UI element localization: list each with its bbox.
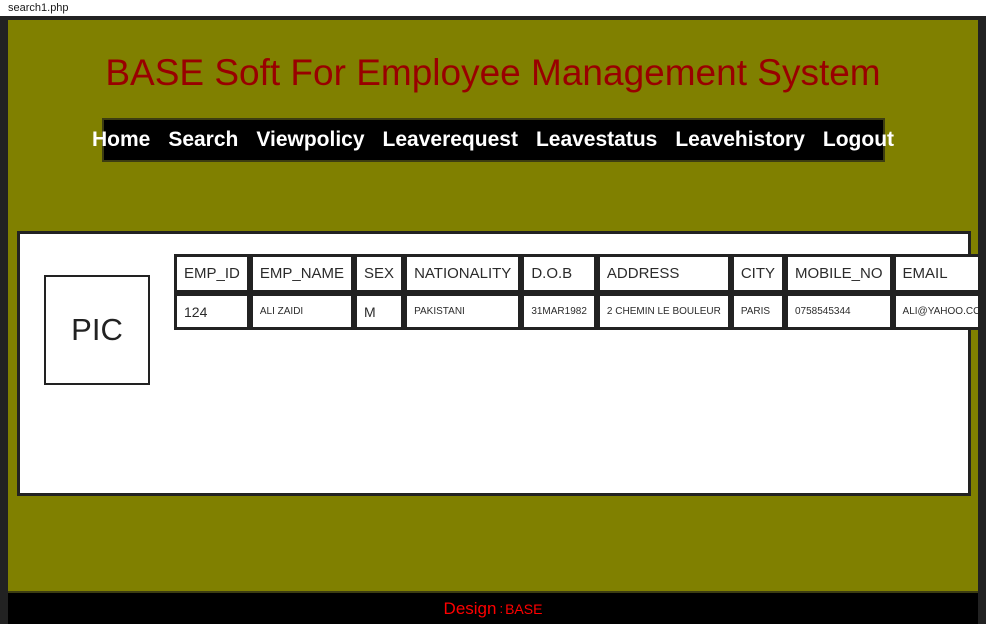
table-cell-emp-name: ALI ZAIDI: [249, 293, 355, 330]
employee-table: EMP_ID EMP_NAME SEX NATIONALITY D.O.B ADDRESS…: [174, 254, 978, 330]
employee-photo-placeholder: PIC: [44, 275, 150, 385]
footer-design-label: Design: [443, 598, 497, 618]
table-header-nationality: NATIONALITY: [404, 254, 522, 293]
site-footer: Design : BASE: [8, 591, 978, 624]
table-header-emp-id: EMP_ID: [174, 254, 250, 293]
browser-tab-title: search1.php: [8, 2, 69, 14]
main-navigation[interactable]: Home Search Viewpolicy Leaverequest Leavesta…: [92, 118, 894, 162]
nav-item-home[interactable]: Home: [83, 128, 159, 152]
nav-item-logout[interactable]: Logout: [814, 128, 903, 152]
table-header-sex: SEX: [354, 254, 405, 293]
employee-table-head: EMP_ID EMP_NAME SEX NATIONALITY D.O.B ADDRESS…: [174, 254, 978, 293]
table-cell-email: ALI@YAHOO.COM: [892, 293, 978, 330]
footer-separator: :: [499, 600, 504, 616]
page-shell: BASE Soft For Employee Management System…: [0, 16, 986, 624]
employee-photo-label: PIC: [71, 312, 123, 347]
table-header-row: EMP_ID EMP_NAME SEX NATIONALITY D.O.B ADDRESS…: [174, 254, 978, 293]
table-cell-nationality: PAKISTANI: [404, 293, 522, 330]
nav-item-search[interactable]: Search: [159, 128, 247, 152]
employee-table-body: 124 ALI ZAIDI M PAKISTANI 31MAR1982 2 CHEMIN …: [174, 293, 978, 330]
table-header-mobile-no: MOBILE_NO: [785, 254, 893, 293]
site-header: BASE Soft For Employee Management System: [8, 20, 978, 96]
table-header-dob: D.O.B: [521, 254, 597, 293]
table-cell-address: 2 CHEMIN LE BOULEUR: [596, 293, 731, 330]
table-header-emp-name: EMP_NAME: [249, 254, 355, 293]
content-panel: PIC EMP_ID EMP_NAME SEX NATIONALITY D.O.B ADD…: [17, 231, 978, 496]
table-cell-emp-id: 124: [174, 293, 250, 330]
page-title: BASE Soft For Employee Management System: [105, 52, 881, 93]
footer-brand-label: BASE: [505, 600, 543, 617]
table-row: 124 ALI ZAIDI M PAKISTANI 31MAR1982 2 CHEMIN …: [174, 293, 978, 330]
table-header-email: EMAIL: [892, 254, 978, 293]
table-cell-city: PARIS: [730, 293, 785, 330]
nav-item-leavehistory[interactable]: Leavehistory: [666, 128, 814, 152]
nav-item-viewpolicy[interactable]: Viewpolicy: [247, 128, 373, 152]
employee-table-wrapper: EMP_ID EMP_NAME SEX NATIONALITY D.O.B ADDRESS…: [174, 254, 978, 330]
browser-tab-bar: search1.php: [0, 0, 986, 16]
table-cell-mobile-no: 0758545344: [785, 293, 893, 330]
table-header-address: ADDRESS: [596, 254, 731, 293]
nav-item-leavestatus[interactable]: Leavestatus: [527, 128, 666, 152]
nav-item-leaverequest[interactable]: Leaverequest: [374, 128, 527, 152]
employee-result-layout: PIC EMP_ID EMP_NAME SEX NATIONALITY D.O.B ADD…: [20, 234, 978, 385]
table-cell-sex: M: [354, 293, 405, 330]
table-header-city: CITY: [730, 254, 785, 293]
table-cell-dob: 31MAR1982: [521, 293, 597, 330]
